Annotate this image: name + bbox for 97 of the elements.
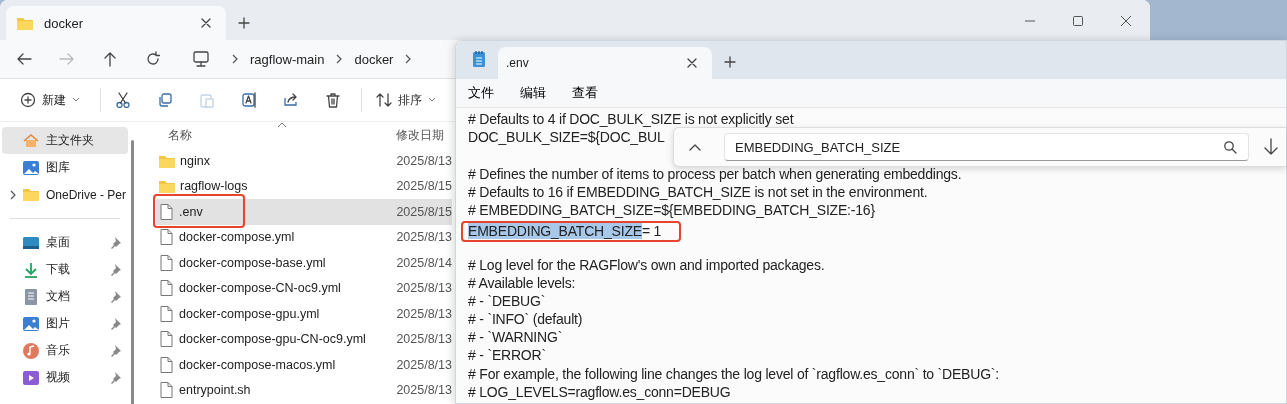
file-row[interactable]: nginx 2025/8/13 bbox=[156, 148, 452, 174]
pin-icon[interactable] bbox=[110, 289, 122, 304]
cut-icon bbox=[115, 92, 131, 108]
maximize-icon[interactable] bbox=[1072, 15, 1084, 27]
column-header[interactable]: 修改日期 bbox=[386, 126, 444, 144]
pin-icon[interactable] bbox=[110, 370, 122, 385]
pin-icon[interactable] bbox=[110, 316, 122, 331]
breadcrumb-item[interactable]: docker bbox=[354, 51, 394, 67]
sidebar-item[interactable]: 文档 bbox=[2, 283, 128, 310]
file-row[interactable]: docker-compose.yml 2025/8/13 bbox=[156, 224, 452, 250]
folder-icon bbox=[16, 15, 34, 31]
pin-icon[interactable] bbox=[110, 235, 122, 250]
chevron-icon[interactable] bbox=[8, 188, 16, 201]
file-row[interactable]: docker-compose-CN-oc9.yml 2025/8/13 bbox=[156, 275, 452, 301]
sidebar-item[interactable]: 主文件夹 bbox=[2, 127, 128, 154]
file-icon bbox=[158, 355, 175, 374]
file-icon bbox=[158, 279, 175, 298]
breadcrumb-item[interactable]: ragflow-main bbox=[250, 51, 325, 67]
file-row[interactable]: entrypoint.sh 2025/8/13 bbox=[156, 377, 452, 403]
chevron-icon[interactable] bbox=[230, 53, 240, 65]
close-icon[interactable] bbox=[200, 17, 212, 29]
pin-icon[interactable] bbox=[110, 343, 122, 358]
menu-item[interactable]: 编辑 bbox=[520, 84, 546, 102]
sort-icon bbox=[376, 92, 392, 108]
code-line: # - `INFO` (default) bbox=[468, 311, 583, 328]
file-row[interactable]: docker-compose-macos.yml 2025/8/13 bbox=[156, 352, 452, 378]
sidebar-item[interactable]: 图库 bbox=[2, 154, 128, 181]
menu-item[interactable]: 文件 bbox=[468, 84, 494, 102]
gallery-icon bbox=[22, 314, 40, 333]
computer-icon[interactable] bbox=[192, 50, 210, 68]
document-icon bbox=[22, 287, 40, 306]
file-icon bbox=[158, 381, 175, 400]
collapse-icon[interactable] bbox=[688, 142, 702, 152]
file-tab[interactable]: .env bbox=[498, 47, 712, 79]
file-icon bbox=[158, 253, 175, 272]
back-arrow-icon[interactable] bbox=[16, 51, 32, 67]
tab-title: docker bbox=[44, 15, 85, 31]
search-field[interactable]: EMBEDDING_BATCH_SIZE bbox=[724, 133, 1249, 161]
notepad-icon bbox=[472, 50, 486, 68]
code-line: # For example, the following line changes the log level of `ragflow.es_conn` to `DEBUG`: bbox=[468, 365, 999, 382]
pin-icon[interactable] bbox=[110, 262, 122, 277]
sort-button[interactable]: 排序 bbox=[370, 87, 442, 113]
rename-icon bbox=[241, 92, 257, 108]
folder-icon bbox=[158, 178, 176, 195]
copy-icon bbox=[157, 92, 173, 108]
code-line: # EMBEDDING_BATCH_SIZE=${EMBEDDING_BATCH_SIZE:-16} bbox=[468, 201, 875, 218]
sidebar-item[interactable]: OneDrive - Per bbox=[2, 181, 128, 208]
menu-item[interactable]: 查看 bbox=[572, 84, 598, 102]
code-line: # - `WARNING` bbox=[468, 329, 563, 346]
close-icon[interactable] bbox=[686, 57, 698, 69]
caret-icon bbox=[428, 97, 436, 103]
file-icon bbox=[158, 330, 175, 349]
up-arrow-icon[interactable] bbox=[102, 51, 118, 67]
search-icon[interactable] bbox=[1223, 140, 1237, 154]
code-line: # Log level for the RAGFlow's own and imported packages. bbox=[468, 256, 825, 273]
share-icon bbox=[283, 92, 299, 108]
sort-caret-icon bbox=[277, 122, 287, 128]
caret-icon bbox=[72, 97, 80, 103]
folder-tab[interactable]: docker bbox=[6, 6, 226, 40]
code-line: # Defines the number of items to process per batch when generating embeddings. bbox=[468, 165, 962, 182]
sidebar-item[interactable]: 图片 bbox=[2, 310, 128, 337]
sidebar-item[interactable]: 桌面 bbox=[2, 229, 128, 256]
new-icon bbox=[20, 92, 36, 108]
file-row[interactable]: ragflow-logs 2025/8/15 bbox=[156, 173, 452, 199]
sidebar-item[interactable]: 音乐 bbox=[2, 337, 128, 364]
next-match-icon[interactable] bbox=[1263, 138, 1279, 156]
tab-title: .env bbox=[506, 56, 530, 70]
file-row[interactable]: docker-compose-base.yml 2025/8/14 bbox=[156, 250, 452, 276]
scrollbar[interactable] bbox=[131, 140, 134, 404]
gallery-icon bbox=[22, 158, 40, 177]
new-tab-icon[interactable] bbox=[238, 17, 250, 29]
code-line: # LOG_LEVELS=ragflow.es_conn=DEBUG bbox=[468, 383, 731, 400]
new-button[interactable]: 新建 bbox=[14, 87, 86, 113]
close-icon[interactable] bbox=[1120, 15, 1132, 27]
video-icon bbox=[22, 368, 40, 387]
code-line: # Defaults to 4 if DOC_BULK_SIZE is not explicitly set bbox=[468, 111, 794, 127]
code-line: # - `DEBUG` bbox=[468, 292, 546, 309]
code-line: # Available levels: bbox=[468, 274, 576, 291]
code-line: # - `ERROR` bbox=[468, 347, 546, 364]
new-tab-icon[interactable] bbox=[724, 56, 736, 68]
file-row[interactable]: docker-compose-gpu-CN-oc9.yml 2025/8/13 bbox=[156, 326, 452, 352]
sidebar-item[interactable]: 下载 bbox=[2, 256, 128, 283]
delete-icon bbox=[325, 92, 341, 108]
file-row[interactable]: docker-compose-gpu.yml 2025/8/13 bbox=[156, 301, 452, 327]
home-icon bbox=[22, 131, 40, 150]
file-icon bbox=[158, 202, 175, 221]
file-icon bbox=[158, 304, 175, 323]
paste-icon bbox=[199, 92, 215, 108]
sidebar-item[interactable]: 视频 bbox=[2, 364, 128, 391]
file-icon bbox=[158, 228, 175, 247]
download-icon bbox=[22, 260, 40, 279]
refresh-icon[interactable] bbox=[145, 51, 161, 67]
column-header[interactable]: 名称 bbox=[156, 126, 386, 144]
music-icon bbox=[22, 341, 40, 360]
code-line: DOC_BULK_SIZE=${DOC_BUL bbox=[468, 129, 665, 146]
code-line: EMBEDDING_BATCH_SIZE= 1 bbox=[468, 223, 662, 240]
code-line: # Defaults to 16 if EMBEDDING_BATCH_SIZE is not set in the environment. bbox=[468, 183, 928, 200]
